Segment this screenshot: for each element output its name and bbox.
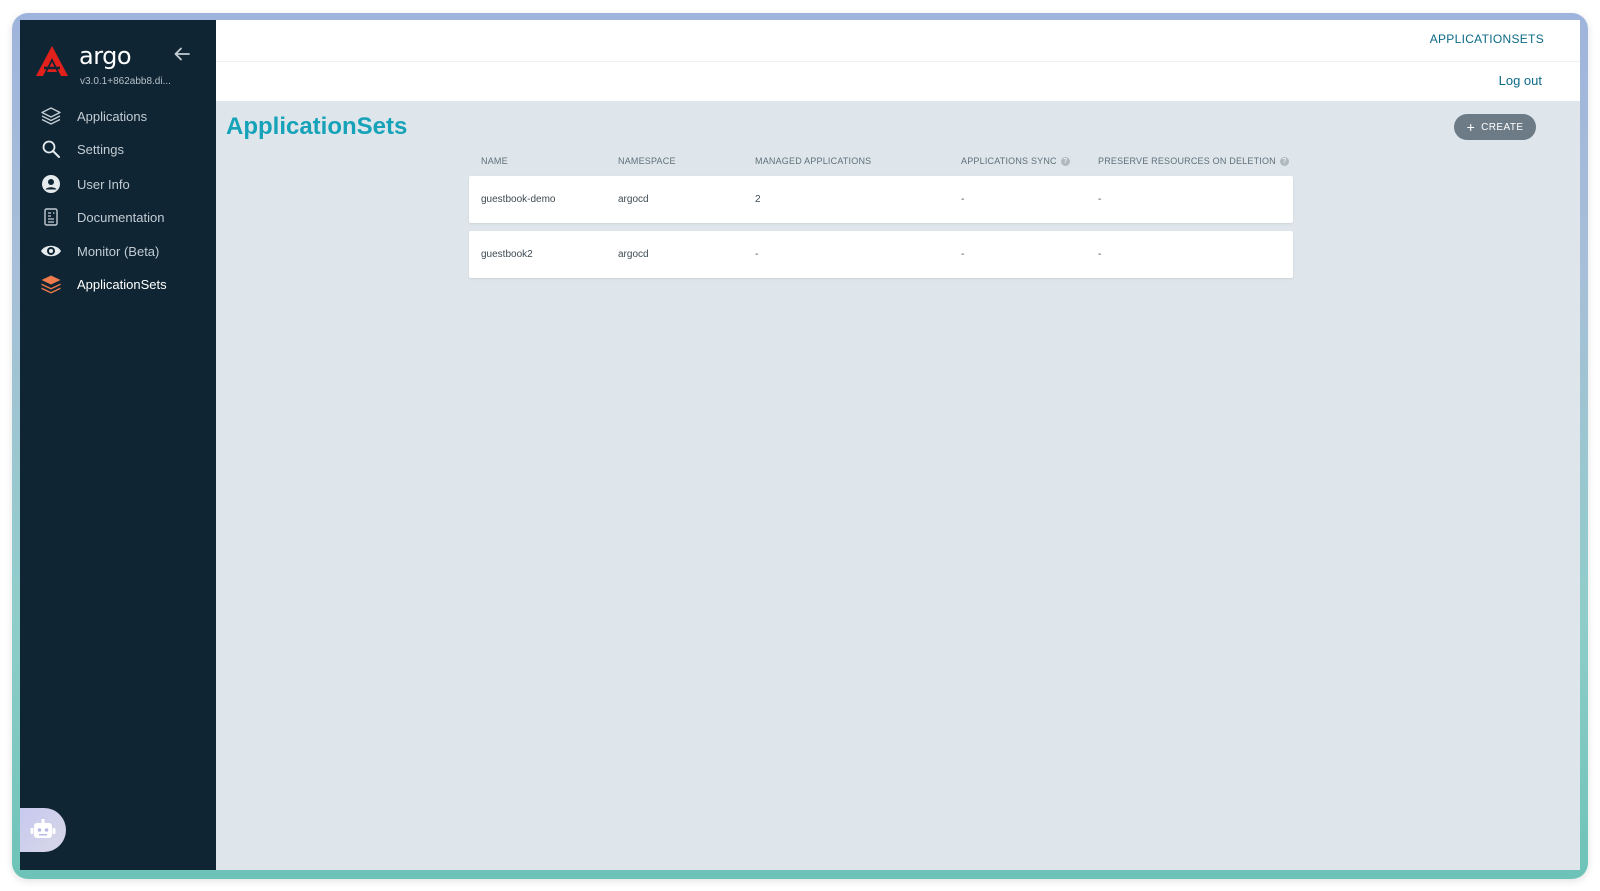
column-header-preserve-resources[interactable]: PRESERVE RESOURCES ON DELETION ?	[1098, 156, 1289, 166]
cell-namespace: argocd	[618, 194, 649, 205]
column-header-namespace[interactable]: NAMESPACE	[618, 156, 676, 166]
plus-icon: +	[1466, 119, 1476, 135]
sidebar-item-applicationsets[interactable]: ApplicationSets	[20, 268, 216, 300]
sidebar-item-label: User Info	[77, 176, 130, 192]
cell-name: guestbook-demo	[481, 194, 556, 205]
brand-version: v3.0.1+862abb8.di...	[80, 76, 171, 87]
cell-name: guestbook2	[481, 249, 533, 260]
topbar-divider	[216, 61, 1580, 62]
sidebar-nav: Applications Settings User Info Document…	[20, 100, 216, 301]
layers-icon	[40, 105, 62, 127]
table-row[interactable]: guestbook2 argocd - - -	[469, 231, 1293, 278]
sidebar-item-label: ApplicationSets	[77, 276, 167, 292]
brand-name: argo	[79, 42, 132, 70]
stack-icon	[40, 273, 62, 295]
sidebar-item-settings[interactable]: Settings	[20, 133, 216, 165]
cell-namespace: argocd	[618, 249, 649, 260]
app-window: argo v3.0.1+862abb8.di... Applications S…	[20, 20, 1580, 870]
cell-managed-applications: -	[755, 249, 759, 260]
sidebar-item-monitor[interactable]: Monitor (Beta)	[20, 235, 216, 267]
assistant-bot-button[interactable]	[20, 808, 66, 852]
create-button[interactable]: + CREATE	[1454, 114, 1536, 140]
help-icon[interactable]: ?	[1279, 156, 1289, 166]
cell-applications-sync: -	[961, 194, 965, 205]
sidebar: argo v3.0.1+862abb8.di... Applications S…	[20, 20, 216, 870]
sidebar-item-applications[interactable]: Applications	[20, 100, 216, 132]
user-circle-icon	[40, 173, 62, 195]
breadcrumb[interactable]: APPLICATIONSETS	[1430, 32, 1544, 46]
cell-preserve-resources: -	[1098, 194, 1102, 205]
argo-logo-icon	[36, 46, 68, 76]
sidebar-item-user-info[interactable]: User Info	[20, 168, 216, 200]
page-title: ApplicationSets	[226, 113, 408, 140]
cell-preserve-resources: -	[1098, 249, 1102, 260]
cell-applications-sync: -	[961, 249, 965, 260]
create-button-label: CREATE	[1481, 121, 1524, 133]
robot-icon	[30, 819, 56, 838]
sidebar-item-documentation[interactable]: Documentation	[20, 201, 216, 233]
search-icon	[40, 138, 62, 160]
cell-managed-applications: 2	[755, 194, 761, 205]
eye-icon	[40, 240, 62, 262]
column-header-name[interactable]: NAME	[481, 156, 508, 166]
document-icon	[40, 206, 62, 228]
column-header-managed-applications[interactable]: MANAGED APPLICATIONS	[755, 156, 871, 166]
help-icon[interactable]: ?	[1060, 156, 1070, 166]
sidebar-item-label: Documentation	[77, 209, 165, 225]
sidebar-item-label: Monitor (Beta)	[77, 243, 160, 259]
column-header-applications-sync[interactable]: APPLICATIONS SYNC ?	[961, 156, 1070, 166]
sidebar-item-label: Settings	[77, 141, 124, 157]
collapse-sidebar-button[interactable]	[170, 42, 194, 66]
top-bar: APPLICATIONSETS Log out	[216, 20, 1580, 101]
arrow-left-icon	[174, 47, 190, 61]
table-header: NAME NAMESPACE MANAGED APPLICATIONS APPL…	[469, 156, 1293, 170]
table-row[interactable]: guestbook-demo argocd 2 - -	[469, 176, 1293, 223]
logout-link[interactable]: Log out	[1499, 73, 1542, 88]
sidebar-item-label: Applications	[77, 108, 148, 124]
